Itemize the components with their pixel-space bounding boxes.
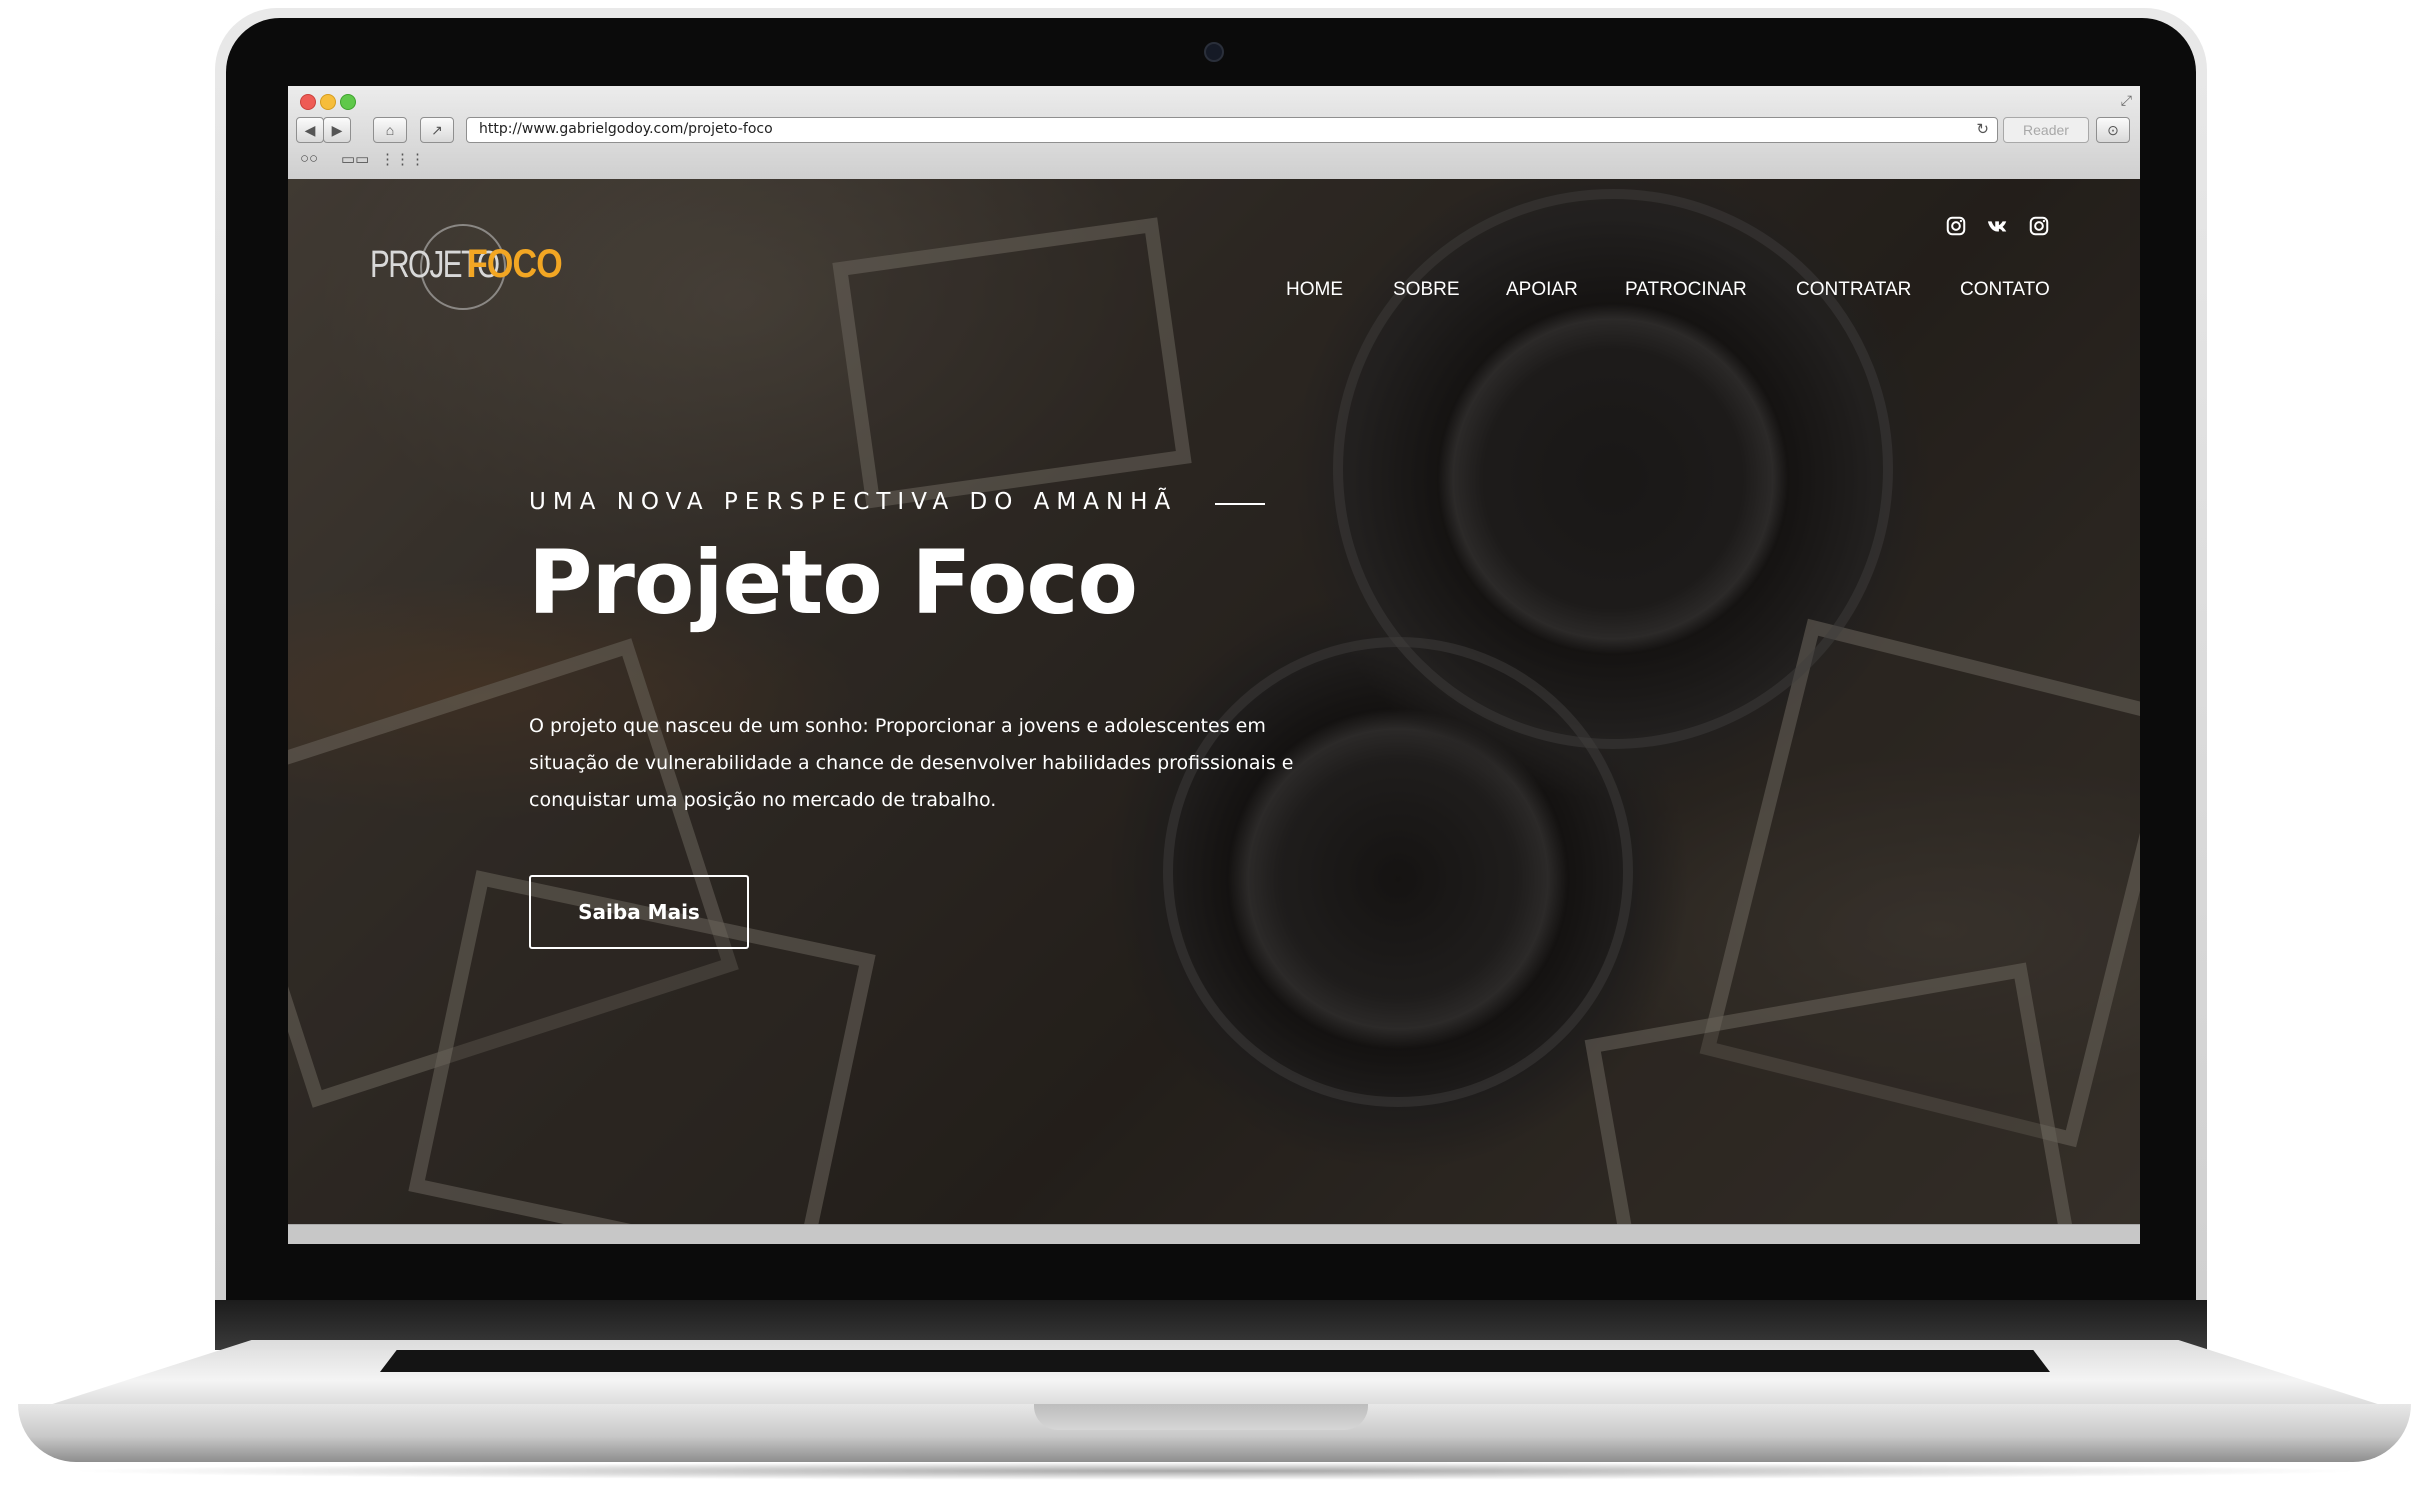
fullscreen-icon[interactable]: ⤢ xyxy=(2121,92,2132,109)
laptop-shadow xyxy=(60,1462,2370,1480)
nav-apoiar[interactable]: APOIAR xyxy=(1506,279,1578,301)
eyebrow-divider xyxy=(1215,503,1265,505)
hero-overlay xyxy=(288,179,2140,1224)
address-bar[interactable]: http://www.gabrielgodoy.com/projeto-foco… xyxy=(466,117,1998,143)
url-text: http://www.gabrielgodoy.com/projeto-foco xyxy=(479,121,773,137)
back-arrow-icon: ◀ xyxy=(304,122,316,138)
browser-toolbar: ⤢ ◀ ▶ ⌂ ↗ http://www.gabrielgodoy.com/pr… xyxy=(288,86,2140,180)
web-page: PROJETO FOCO HOME SOBRE APOIAR PATROCINA… xyxy=(288,179,2140,1224)
hero-description: O projeto que nasceu de um sonho: Propor… xyxy=(529,715,1294,811)
minimize-window-button[interactable] xyxy=(320,94,336,110)
saiba-mais-button[interactable]: Saiba Mais xyxy=(529,875,749,949)
reload-icon[interactable]: ↻ xyxy=(1976,120,1989,138)
browser-window: ⤢ ◀ ▶ ⌂ ↗ http://www.gabrielgodoy.com/pr… xyxy=(288,86,2140,1244)
nav-sobre[interactable]: SOBRE xyxy=(1393,279,1460,301)
vk-icon[interactable] xyxy=(1987,215,2009,237)
top-sites-icon[interactable]: ⋮⋮⋮ xyxy=(380,150,425,168)
hero-eyebrow: UMA NOVA PERSPECTIVA DO AMANHÃ xyxy=(529,489,1178,515)
nav-contato[interactable]: CONTATO xyxy=(1960,279,2050,301)
laptop-opening-notch xyxy=(1034,1404,1368,1430)
instagram-icon[interactable] xyxy=(2028,215,2050,237)
zoom-window-button[interactable] xyxy=(340,94,356,110)
share-icon: ↗ xyxy=(431,122,443,138)
close-window-button[interactable] xyxy=(300,94,316,110)
bookmarks-icon[interactable]: ▭▭ xyxy=(341,150,369,168)
logo-text-foco: FOCO xyxy=(467,242,563,286)
site-logo[interactable]: PROJETO FOCO xyxy=(370,224,566,310)
download-icon: ⊙ xyxy=(2107,122,2119,138)
forward-button[interactable]: ▶ xyxy=(323,117,351,143)
home-button[interactable]: ⌂ xyxy=(373,117,407,143)
share-button[interactable]: ↗ xyxy=(420,117,454,143)
instagram-icon[interactable] xyxy=(1945,215,1967,237)
webcam xyxy=(1204,42,1224,62)
reader-button[interactable]: Reader xyxy=(2003,117,2089,143)
forward-arrow-icon: ▶ xyxy=(331,122,343,138)
home-icon: ⌂ xyxy=(385,122,395,138)
nav-patrocinar[interactable]: PATROCINAR xyxy=(1625,279,1747,301)
back-button[interactable]: ◀ xyxy=(296,117,324,143)
reading-list-icon[interactable]: ○○ xyxy=(300,150,318,167)
nav-contratar[interactable]: CONTRATAR xyxy=(1796,279,1911,301)
downloads-button[interactable]: ⊙ xyxy=(2096,117,2130,143)
horizontal-scrollbar[interactable] xyxy=(288,1224,2140,1244)
laptop-keyboard-edge xyxy=(380,1350,2050,1372)
hero-title: Projeto Foco xyxy=(528,531,1138,634)
nav-home[interactable]: HOME xyxy=(1286,279,1343,301)
